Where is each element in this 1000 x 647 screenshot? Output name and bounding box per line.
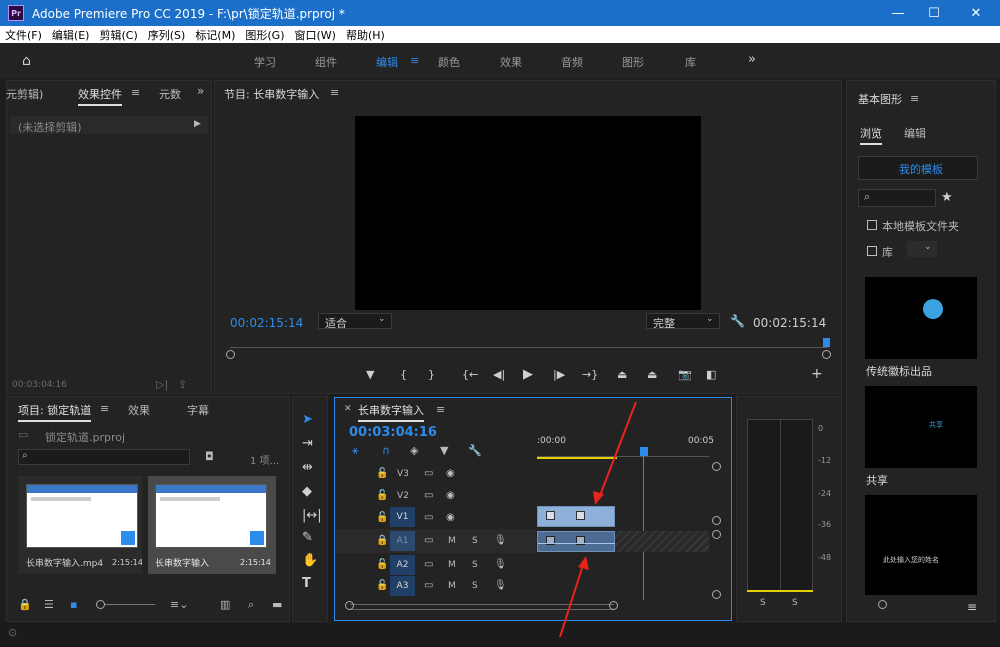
annotation-arrows: [559, 401, 637, 638]
annotation-arrow-top: [598, 401, 637, 499]
annotation-arrow-bottom: [559, 564, 584, 638]
annotation-arrowhead: [593, 491, 604, 505]
annotation-arrowhead: [578, 556, 589, 570]
